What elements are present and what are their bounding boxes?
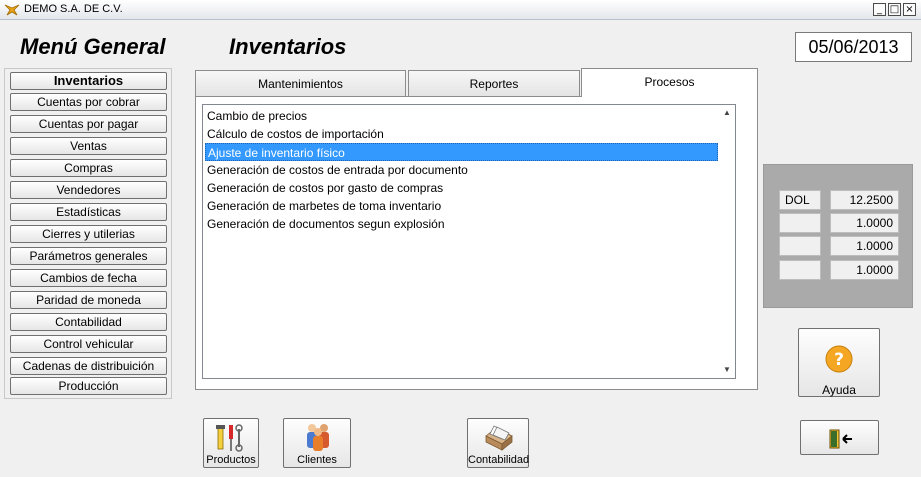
main-title: Menú General <box>20 34 166 59</box>
sidebar-item-inventarios[interactable]: Inventarios <box>10 72 167 90</box>
list-item-ajuste-inventario-fisico[interactable]: Ajuste de inventario físico <box>205 143 718 161</box>
exit-button[interactable] <box>800 420 879 455</box>
rate-value-1: 12.2500 <box>830 190 899 210</box>
rate-code-1: DOL <box>779 190 821 210</box>
sidebar-item-cuentas-por-pagar[interactable]: Cuentas por pagar <box>10 115 167 133</box>
question-mark-icon: ? <box>825 345 853 373</box>
process-listbox[interactable]: Cambio de precios Cálculo de costos de i… <box>202 104 736 379</box>
sidebar-item-contabilidad[interactable]: Contabilidad <box>10 313 167 331</box>
rate-value-3: 1.0000 <box>830 236 899 256</box>
clients-button[interactable]: Clientes <box>283 418 351 468</box>
sidebar-item-produccion[interactable]: Producción <box>10 377 167 395</box>
maximize-button[interactable]: □ <box>888 3 901 16</box>
scroll-down-arrow-icon[interactable]: ▼ <box>721 364 733 376</box>
sidebar-item-vendedores[interactable]: Vendedores <box>10 181 167 199</box>
sidebar-item-cuentas-por-cobrar[interactable]: Cuentas por cobrar <box>10 93 167 111</box>
sidebar-item-cadenas-de-distribucion[interactable]: Cadenas de distribuición <box>10 357 167 375</box>
sidebar-item-cierres-y-utilerias[interactable]: Cierres y utilerias <box>10 225 167 243</box>
date-display: 05/06/2013 <box>795 32 912 62</box>
products-button-label: Productos <box>206 454 256 466</box>
exit-door-icon <box>829 429 852 449</box>
tab-mantenimientos[interactable]: Mantenimientos <box>195 70 406 97</box>
sidebar-item-ventas[interactable]: Ventas <box>10 137 167 155</box>
list-item-costos-entrada-documento[interactable]: Generación de costos de entrada por docu… <box>205 161 718 179</box>
window-title: DEMO S.A. DE C.V. <box>24 3 123 15</box>
minimize-button[interactable]: _ <box>873 3 886 16</box>
tab-procesos[interactable]: Procesos <box>581 68 758 97</box>
sidebar-item-paridad-de-moneda[interactable]: Paridad de moneda <box>10 291 167 309</box>
rate-code-3 <box>779 236 821 256</box>
rate-value-2: 1.0000 <box>830 213 899 233</box>
list-item-documentos-explosion[interactable]: Generación de documentos segun explosión <box>205 215 718 233</box>
products-button[interactable]: Productos <box>203 418 259 468</box>
rate-code-2 <box>779 213 821 233</box>
close-button[interactable]: × <box>903 3 916 16</box>
clients-button-label: Clientes <box>297 454 337 466</box>
help-button-label: Ayuda <box>822 383 856 397</box>
sidebar-item-control-vehicular[interactable]: Control vehicular <box>10 335 167 353</box>
tab-reportes[interactable]: Reportes <box>408 70 580 97</box>
list-item-calculo-costos-importacion[interactable]: Cálculo de costos de importación <box>205 125 718 143</box>
sidebar-item-estadisticas[interactable]: Estadísticas <box>10 203 167 221</box>
list-item-marbetes-toma-inventario[interactable]: Generación de marbetes de toma inventari… <box>205 197 718 215</box>
list-item-cambio-de-precios[interactable]: Cambio de precios <box>205 107 718 125</box>
file-box-icon <box>485 425 513 451</box>
section-title: Inventarios <box>229 34 347 59</box>
tools-icon <box>216 424 243 452</box>
people-icon <box>307 424 329 451</box>
rate-value-4: 1.0000 <box>830 260 899 280</box>
sidebar-item-compras[interactable]: Compras <box>10 159 167 177</box>
scroll-up-arrow-icon[interactable]: ▲ <box>721 107 733 119</box>
exchange-rates-panel: DOL 12.2500 1.0000 1.0000 1.0000 <box>763 164 913 308</box>
rate-code-4 <box>779 260 821 280</box>
window-titlebar[interactable]: DEMO S.A. DE C.V. _ □ × <box>0 0 921 20</box>
help-button[interactable]: ? Ayuda <box>798 328 880 397</box>
sidebar-item-cambios-de-fecha[interactable]: Cambios de fecha <box>10 269 167 287</box>
list-item-costos-gasto-compras[interactable]: Generación de costos por gasto de compra… <box>205 179 718 197</box>
app-logo-icon <box>4 4 20 16</box>
tab-control: Mantenimientos Reportes Procesos Cambio … <box>195 68 758 390</box>
tab-panel-procesos: Cambio de precios Cálculo de costos de i… <box>195 96 758 390</box>
sidebar-item-parametros-generales[interactable]: Parámetros generales <box>10 247 167 265</box>
svg-text:?: ? <box>834 350 844 370</box>
accounting-button[interactable]: Contabilidad <box>467 418 529 468</box>
sidebar-menu: Inventarios Cuentas por cobrar Cuentas p… <box>4 68 172 399</box>
accounting-button-label: Contabilidad <box>468 454 530 466</box>
